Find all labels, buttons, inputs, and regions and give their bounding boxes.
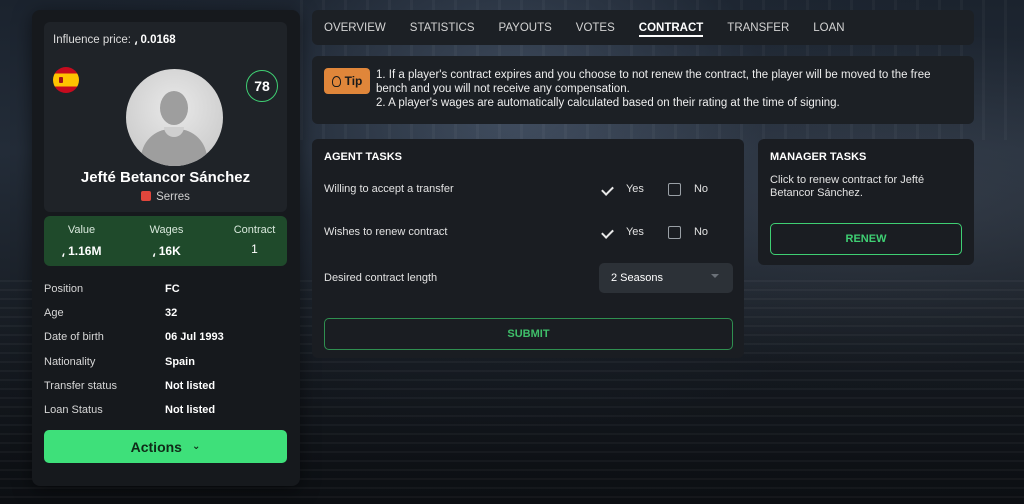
info-value: 06 Jul 1993 <box>165 331 224 344</box>
info-row-transfer-status: Transfer status Not listed <box>44 374 287 398</box>
influence-label: Influence price: <box>53 34 131 46</box>
shirt-icon <box>141 191 152 201</box>
info-key: Loan Status <box>44 404 103 417</box>
info-list: Position FC Age 32 Date of birth 06 Jul … <box>44 277 287 422</box>
manager-tasks-text: Click to renew contract for Jefté Betanc… <box>770 174 925 199</box>
contract-label: Contract <box>233 224 276 236</box>
tab-contract[interactable]: CONTRACT <box>638 10 703 45</box>
value-stat: Value ⸲ 1.16M <box>54 224 109 259</box>
option-no[interactable]: No <box>667 225 708 239</box>
option-yes[interactable]: Yes <box>600 226 644 239</box>
actions-label: Actions <box>130 438 182 455</box>
avatar <box>126 69 223 166</box>
player-panel: Influence price: ⸲ 0.0168 78 Jefté Betan… <box>32 10 300 486</box>
tab-overview[interactable]: OVERVIEW <box>324 10 386 45</box>
option-yes[interactable]: Yes <box>600 183 644 196</box>
info-key: Position <box>44 283 84 296</box>
agent-question: Desired contract length <box>324 272 438 284</box>
info-key: Age <box>44 307 64 320</box>
influence-value: 0.0168 <box>140 34 176 46</box>
option-yes-label: Yes <box>625 226 644 238</box>
contract-stat: Contract 1 <box>227 224 282 256</box>
info-value: Not listed <box>165 404 216 417</box>
info-key: Date of birth <box>44 331 104 344</box>
value-label: Value <box>67 224 96 236</box>
value-amount: ⸲ 1.16M <box>61 244 102 258</box>
info-row-age: Age 32 <box>44 301 287 325</box>
tip-line-1: 1. If a player's contract expires and yo… <box>376 69 931 95</box>
checkbox-checked-icon[interactable] <box>600 183 613 196</box>
info-row-dob: Date of birth 06 Jul 1993 <box>44 325 287 349</box>
renew-button[interactable]: RENEW <box>770 223 962 255</box>
manager-tasks-panel: MANAGER TASKS Click to renew contract fo… <box>758 139 974 265</box>
info-key: Nationality <box>44 355 96 368</box>
tab-bar: OVERVIEW STATISTICS PAYOUTS VOTES CONTRA… <box>312 10 974 45</box>
tip-badge: Tip <box>324 68 370 94</box>
currency-icon: ⸲ <box>134 34 138 46</box>
checkbox-icon[interactable] <box>667 225 681 239</box>
info-value: Not listed <box>165 379 216 392</box>
option-yes-label: Yes <box>625 183 644 195</box>
info-row-position: Position FC <box>44 277 287 301</box>
player-name: Jefté Betancor Sánchez <box>80 169 251 186</box>
contract-length-select[interactable]: 2 Seasons <box>599 263 733 293</box>
tab-transfer[interactable]: TRANSFER <box>727 10 789 45</box>
club: Serres <box>44 191 287 203</box>
agent-tasks-panel: AGENT TASKS Willing to accept a transfer… <box>312 139 744 358</box>
chevron-down-icon: ⌄ <box>191 441 201 452</box>
info-row-loan-status: Loan Status Not listed <box>44 398 287 422</box>
info-value: FC <box>165 283 180 296</box>
caret-down-icon <box>711 274 719 278</box>
agent-question: Willing to accept a transfer <box>324 183 454 195</box>
actions-button[interactable]: Actions ⌄ <box>44 430 287 463</box>
contract-length-value: 2 Seasons <box>611 272 663 284</box>
influence-price: Influence price: ⸲ 0.0168 <box>53 32 176 47</box>
tab-payouts[interactable]: PAYOUTS <box>499 10 552 45</box>
value-bar: Value ⸲ 1.16M Wages ⸲ 16K Contract 1 <box>44 216 287 266</box>
wages-stat: Wages ⸲ 16K <box>139 224 194 259</box>
club-name[interactable]: Serres <box>156 191 190 203</box>
option-no-label: No <box>693 183 708 195</box>
tip-text: 1. If a player's contract expires and yo… <box>376 68 962 110</box>
wages-amount: ⸲ 16K <box>152 244 181 258</box>
submit-button[interactable]: SUBMIT <box>324 318 733 350</box>
wages-label: Wages <box>149 224 184 236</box>
tab-votes[interactable]: VOTES <box>576 10 615 45</box>
tab-loan[interactable]: LOAN <box>813 10 844 45</box>
info-value: 32 <box>165 307 178 320</box>
option-no[interactable]: No <box>667 182 708 196</box>
lightbulb-icon <box>331 75 341 87</box>
option-no-label: No <box>693 226 708 238</box>
spain-flag-icon <box>53 67 79 93</box>
agent-question: Wishes to renew contract <box>324 226 448 238</box>
info-value: Spain <box>165 355 195 368</box>
tab-statistics[interactable]: STATISTICS <box>410 10 475 45</box>
agent-row-transfer: Willing to accept a transfer Yes No <box>324 180 732 198</box>
info-row-nationality: Nationality Spain <box>44 350 287 374</box>
tip-line-2: 2. A player's wages are automatically ca… <box>376 97 840 109</box>
manager-tasks-title: MANAGER TASKS <box>770 151 867 163</box>
contract-amount: 1 <box>251 242 258 256</box>
tip-box: Tip 1. If a player's contract expires an… <box>312 56 974 124</box>
profile-card: Influence price: ⸲ 0.0168 78 Jefté Betan… <box>44 22 287 212</box>
agent-row-renew: Wishes to renew contract Yes No <box>324 223 732 241</box>
avatar-head <box>160 91 188 125</box>
agent-tasks-title: AGENT TASKS <box>324 151 403 163</box>
checkbox-checked-icon[interactable] <box>600 226 613 239</box>
info-key: Transfer status <box>44 379 117 392</box>
rating-badge: 78 <box>246 70 278 102</box>
tip-badge-label: Tip <box>344 74 363 88</box>
checkbox-icon[interactable] <box>667 182 681 196</box>
